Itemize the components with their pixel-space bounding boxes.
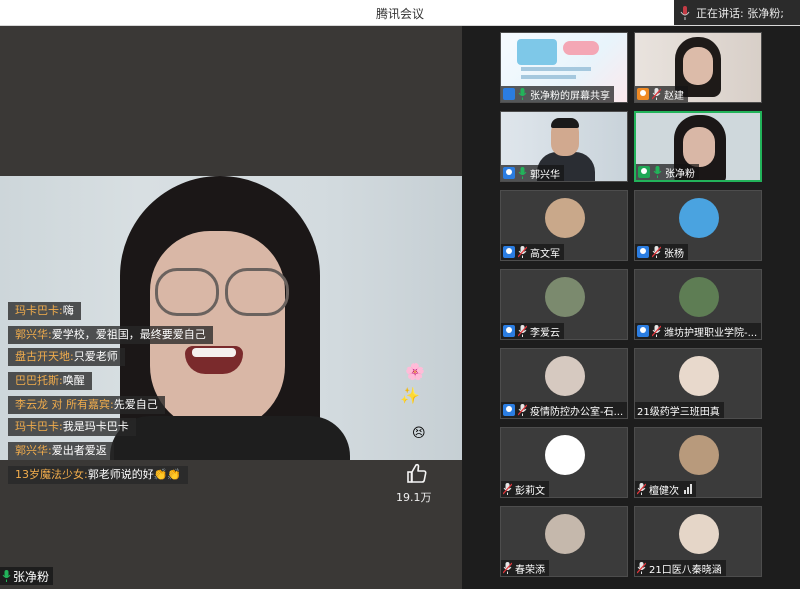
participant-tile[interactable]: 赵建 [634, 32, 762, 103]
participant-name-bar: 赵建 [635, 86, 688, 102]
participant-tile[interactable]: 21口医八秦晓涵 [634, 506, 762, 577]
signal-bars-icon [684, 484, 692, 494]
participant-tile[interactable]: 檀健次 [634, 427, 762, 498]
title-bar: 腾讯会议 正在讲话: 张净粉; [0, 0, 800, 26]
mic-muted-icon [652, 88, 661, 100]
sparkle-sticker-icon: ✨ [400, 386, 420, 405]
participant-tile[interactable]: 春荣添 [500, 506, 628, 577]
speaking-text: 正在讲话: 张净粉; [696, 6, 784, 20]
participant-tile[interactable]: 潍坊护理职业学院-... [634, 269, 762, 340]
chat-message: 郭兴华:爱出者爱返 [8, 442, 114, 460]
chat-message: 盘古开天地:只爱老师 [8, 348, 125, 366]
participant-name-bar: 疫情防控办公室-石... [501, 402, 627, 418]
mic-muted-icon [637, 483, 646, 495]
participant-avatar [679, 435, 719, 475]
user-badge-icon [503, 167, 515, 179]
participant-avatar [679, 277, 719, 317]
participant-name-bar: 檀健次 [635, 481, 696, 497]
participant-name: 张净粉 [665, 168, 695, 180]
participant-tile[interactable]: 李爱云 [500, 269, 628, 340]
chat-message: 玛卡巴卡:嗨 [8, 302, 81, 320]
mic-muted-icon [637, 562, 646, 574]
chat-message: 巴巴托斯:唤醒 [8, 372, 92, 390]
flower-sticker-icon: 🌸 [405, 362, 425, 381]
chat-message: 郭兴华:爱学校，爱祖国，最终要爱自己 [8, 326, 213, 344]
participant-name: 郭兴华 [530, 169, 560, 181]
participant-avatar [679, 514, 719, 554]
participant-name-bar: 潍坊护理职业学院-... [635, 323, 761, 339]
participant-name: 21口医八秦晓涵 [649, 564, 722, 576]
participant-name-bar: 21级药学三班田真 [635, 402, 724, 418]
like-count: 19.1万 [396, 491, 432, 504]
participant-tile[interactable]: 郭兴华 [500, 111, 628, 182]
participant-name-bar: 郭兴华 [501, 165, 564, 181]
user-badge-icon [638, 166, 650, 178]
participants-panel: 张净粉的屏幕共享 赵建郭兴华 张净粉高文军 张杨李爱云 潍坊护理职业学院-... 疫情防控… [462, 26, 800, 589]
main-speaker-label: 张净粉 [0, 567, 54, 585]
participant-name-bar: 春荣添 [501, 560, 549, 576]
participant-tile[interactable]: 高文军 [500, 190, 628, 261]
participant-name: 赵建 [664, 90, 684, 102]
screen-share-icon [503, 88, 515, 100]
chat-message: 13岁魔法少女:郭老师说的好👏👏 [8, 466, 189, 484]
participant-name-bar: 21口医八秦晓涵 [635, 560, 726, 576]
participant-tile[interactable]: 张杨 [634, 190, 762, 261]
participant-avatar [545, 435, 585, 475]
participant-avatar [679, 198, 719, 238]
participant-name-bar: 高文军 [501, 244, 564, 260]
participant-name: 潍坊护理职业学院-... [664, 327, 758, 339]
participant-name: 彭莉文 [515, 485, 545, 497]
mic-muted-icon [652, 246, 661, 258]
user-badge-icon [503, 404, 515, 416]
mic-muted-icon [518, 404, 527, 416]
mic-on-icon [518, 167, 527, 179]
participant-avatar [679, 356, 719, 396]
host-badge-icon [637, 88, 649, 100]
participant-name: 21级药学三班田真 [637, 406, 720, 418]
emoji-sticker-icon: 😣 [412, 426, 426, 441]
participant-name: 檀健次 [649, 485, 679, 497]
mic-on-icon [2, 570, 11, 582]
mic-on-icon [518, 88, 527, 100]
mic-muted-icon [652, 325, 661, 337]
main-video-area[interactable]: 🌸 ✨ 😣 玛卡巴卡:嗨 郭兴华:爱学校，爱祖国，最终要爱自己 盘古开天地:只爱… [0, 26, 462, 589]
participant-tile[interactable]: 彭莉文 [500, 427, 628, 498]
user-badge-icon [503, 325, 515, 337]
participant-name: 张杨 [664, 248, 684, 260]
user-badge-icon [637, 325, 649, 337]
mic-muted-icon [503, 562, 512, 574]
chat-message: 李云龙 对 所有嘉宾:先爱自己 [8, 396, 165, 414]
thumbs-up-icon [407, 463, 427, 483]
chat-message: 玛卡巴卡:我是玛卡巴卡 [8, 418, 136, 436]
speaker-name: 张净粉 [13, 569, 50, 584]
participant-avatar [545, 198, 585, 238]
participant-name-bar: 李爱云 [501, 323, 564, 339]
user-badge-icon [503, 246, 515, 258]
like-button[interactable] [400, 462, 434, 490]
participant-name-bar: 张净粉 [636, 164, 699, 180]
mic-muted-icon [518, 246, 527, 258]
participant-tile[interactable]: 张净粉的屏幕共享 [500, 32, 628, 103]
participant-name: 疫情防控办公室-石... [530, 406, 624, 418]
participant-avatar [545, 277, 585, 317]
participant-name: 李爱云 [530, 327, 560, 339]
participant-tile[interactable]: 张净粉 [634, 111, 762, 182]
speaking-indicator: 正在讲话: 张净粉; [674, 0, 800, 25]
mic-muted-icon [503, 483, 512, 495]
speaking-mic-icon [680, 5, 690, 20]
participant-avatar [545, 514, 585, 554]
user-badge-icon [637, 246, 649, 258]
participant-name: 春荣添 [515, 564, 545, 576]
participant-tile[interactable]: 疫情防控办公室-石... [500, 348, 628, 419]
participant-name: 高文军 [530, 248, 560, 260]
participant-tile[interactable]: 21级药学三班田真 [634, 348, 762, 419]
mic-muted-icon [518, 325, 527, 337]
mic-on-icon [653, 166, 662, 178]
participant-name-bar: 张净粉的屏幕共享 [501, 86, 614, 102]
participant-name-bar: 彭莉文 [501, 481, 549, 497]
participant-name-bar: 张杨 [635, 244, 688, 260]
participant-avatar [545, 356, 585, 396]
participant-name: 张净粉的屏幕共享 [530, 90, 610, 102]
